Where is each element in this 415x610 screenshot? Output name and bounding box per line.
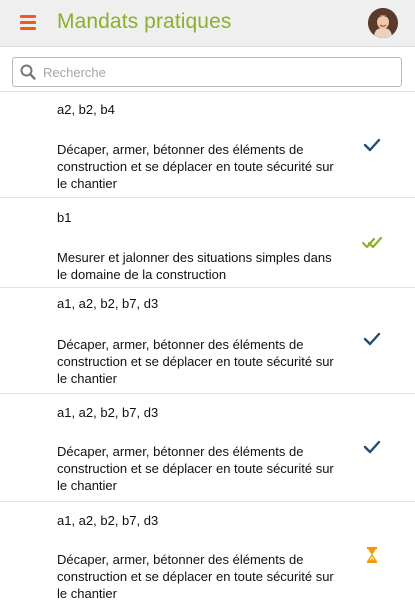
mandate-codes: b1 <box>57 210 72 225</box>
menu-bar <box>20 27 36 30</box>
search-icon <box>20 64 36 80</box>
mandate-description: Mesurer et jalonner des situations simpl… <box>57 250 332 282</box>
user-avatar-icon <box>368 8 398 38</box>
mandate-description: Décaper, armer, bétonner des éléments de… <box>57 337 334 386</box>
list-item[interactable]: a1, a2, b2, b7, d3 Décaper, armer, béton… <box>0 287 415 393</box>
avatar[interactable] <box>368 8 398 38</box>
mandate-description: Décaper, armer, bétonner des éléments de… <box>57 142 334 191</box>
list-item[interactable]: a2, b2, b4 Décaper, armer, bétonner des … <box>0 91 415 197</box>
checkmark-icon <box>363 138 381 152</box>
checkmark-icon <box>363 332 381 346</box>
mandate-codes: a1, a2, b2, b7, d3 <box>57 405 159 420</box>
checkmark-icon <box>363 440 381 454</box>
mandate-codes: a1, a2, b2, b7, d3 <box>57 296 159 311</box>
list-item[interactable]: b1 Mesurer et jalonner des situations si… <box>0 197 415 287</box>
search-box[interactable] <box>12 57 402 87</box>
menu-bar <box>20 21 36 24</box>
list-item[interactable]: a1, a2, b2, b7, d3 Décaper, armer, béton… <box>0 501 415 610</box>
mandate-description: Décaper, armer, bétonner des éléments de… <box>57 552 334 601</box>
app-bar: Mandats pratiques <box>0 0 415 47</box>
mandate-list: a2, b2, b4 Décaper, armer, bétonner des … <box>0 91 415 610</box>
hourglass-icon <box>366 547 378 563</box>
list-item[interactable]: a1, a2, b2, b7, d3 Décaper, armer, béton… <box>0 393 415 501</box>
page-title: Mandats pratiques <box>57 10 232 33</box>
menu-bar <box>20 15 36 18</box>
search-input[interactable] <box>43 62 393 82</box>
menu-icon[interactable] <box>18 13 40 33</box>
mandate-codes: a2, b2, b4 <box>57 102 115 117</box>
mandate-description: Décaper, armer, bétonner des éléments de… <box>57 444 334 493</box>
mandate-codes: a1, a2, b2, b7, d3 <box>57 513 159 528</box>
double-checkmark-icon <box>362 236 382 249</box>
